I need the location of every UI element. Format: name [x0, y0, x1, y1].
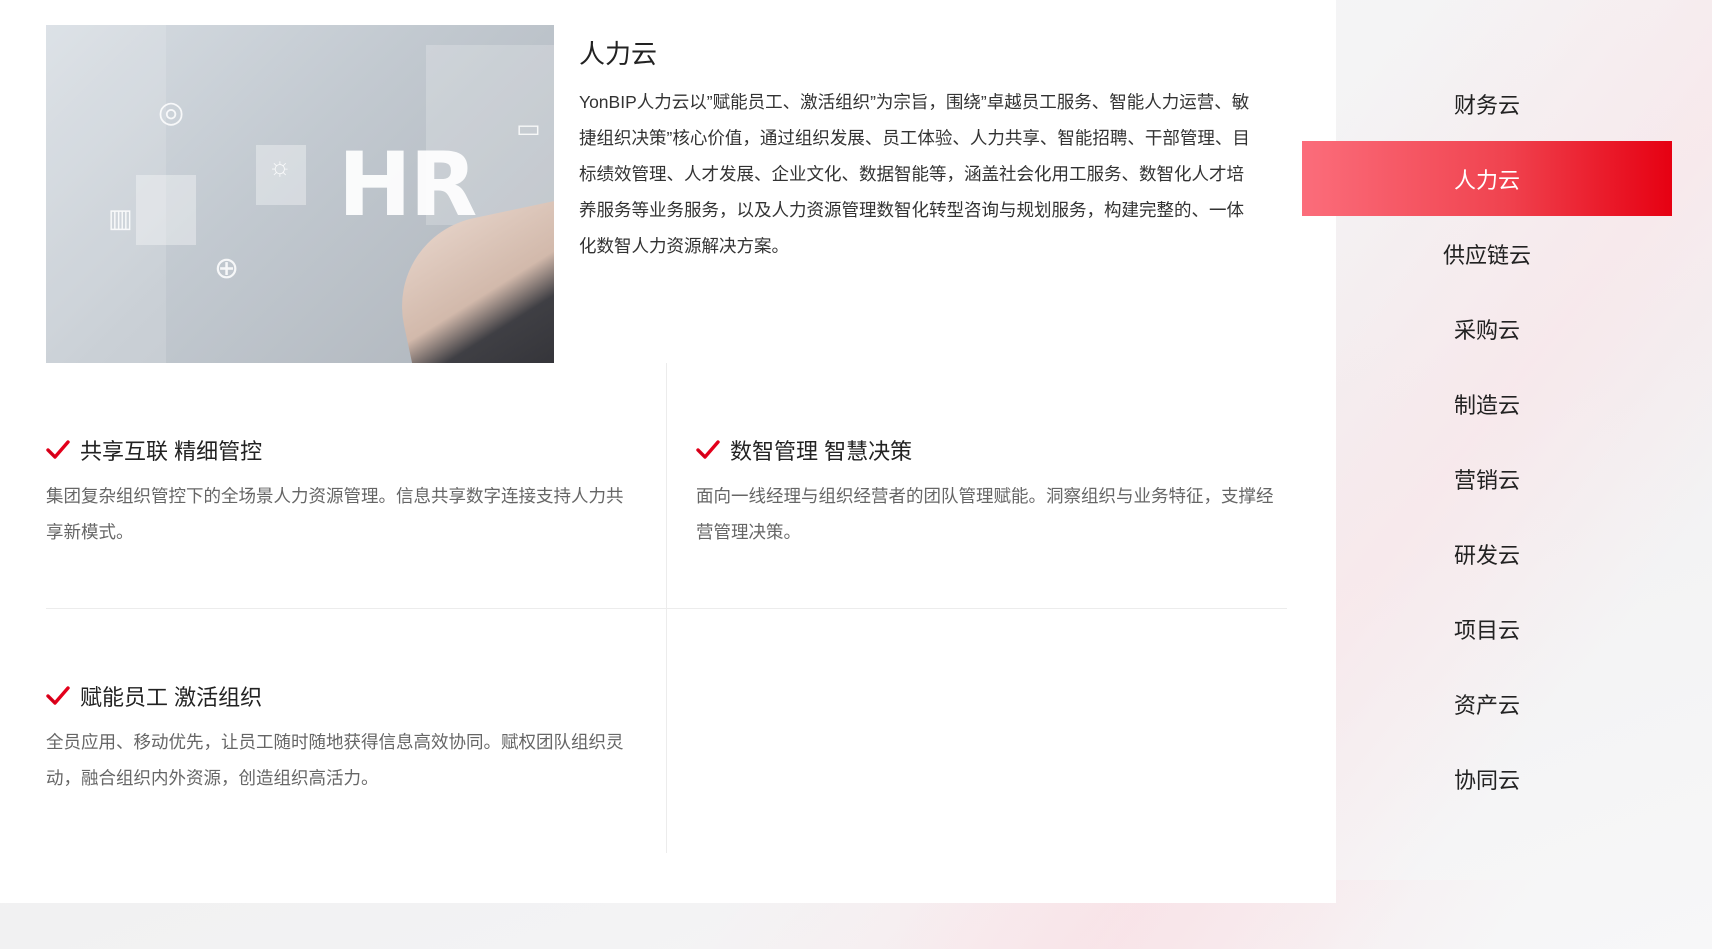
check-icon: [696, 440, 720, 459]
grid-divider-horizontal: [46, 608, 1287, 609]
panel-title: 人力云: [579, 39, 658, 69]
sidebar-item-project-cloud[interactable]: 项目云: [1302, 591, 1672, 666]
target-icon: ◎: [158, 96, 185, 129]
panel-description: YonBIP人力云以”赋能员工、激活组织”为宗旨，围绕”卓越员工服务、智能人力运…: [579, 92, 1250, 256]
sidebar-item-collaboration-cloud[interactable]: 协同云: [1302, 741, 1672, 816]
sidebar-item-asset-cloud[interactable]: 资产云: [1302, 666, 1672, 741]
feature-item: 赋能员工 激活组织 全员应用、移动优先，让员工随时随地获得信息高效协同。赋权团队…: [46, 681, 636, 796]
feature-title: 赋能员工 激活组织: [80, 685, 263, 710]
feature-description: 集团复杂组织管控下的全场景人力资源管理。信息共享数字连接支持人力共享新模式。: [46, 486, 624, 542]
product-sidebar: 财务云 人力云 供应链云 采购云 制造云 营销云 研发云 项目云 资产云 协同云: [1302, 66, 1672, 816]
feature-title: 共享互联 精细管控: [80, 439, 263, 464]
screen-icon: ▭: [516, 113, 541, 143]
feature-description: 全员应用、移动优先，让员工随时随地获得信息高效协同。赋权团队组织灵动，融合组织内…: [46, 732, 624, 788]
sidebar-item-manufacturing-cloud[interactable]: 制造云: [1302, 366, 1672, 441]
product-panel: ◎ ☼ ▥ ⊕ ▭ HR 人力云 YonBIP人力云以”赋能员工、激活组织”为宗…: [0, 0, 1336, 903]
sidebar-item-hr-cloud[interactable]: 人力云: [1302, 141, 1672, 216]
globe-icon: ⊕: [214, 252, 240, 285]
sidebar-item-rd-cloud[interactable]: 研发云: [1302, 516, 1672, 591]
sidebar-item-supply-chain-cloud[interactable]: 供应链云: [1302, 216, 1672, 291]
feature-title: 数智管理 智慧决策: [730, 439, 913, 464]
feature-grid: 共享互联 精细管控 集团复杂组织管控下的全场景人力资源管理。信息共享数字连接支持…: [46, 363, 1287, 853]
feature-item: 数智管理 智慧决策 面向一线经理与组织经营者的团队管理赋能。洞察组织与业务特征，…: [696, 435, 1286, 550]
check-icon: [46, 440, 70, 459]
sidebar-item-procurement-cloud[interactable]: 采购云: [1302, 291, 1672, 366]
sidebar-item-marketing-cloud[interactable]: 营销云: [1302, 441, 1672, 516]
feature-description: 面向一线经理与组织经营者的团队管理赋能。洞察组织与业务特征，支撑经营管理决策。: [696, 486, 1274, 542]
bar-chart-icon: ▥: [108, 203, 133, 233]
lightbulb-icon: ☼: [268, 151, 292, 181]
hr-hero-image: ◎ ☼ ▥ ⊕ ▭ HR: [46, 25, 554, 363]
sidebar-item-finance-cloud[interactable]: 财务云: [1302, 66, 1672, 141]
hr-image-text: HR: [338, 133, 477, 236]
feature-item: 共享互联 精细管控 集团复杂组织管控下的全场景人力资源管理。信息共享数字连接支持…: [46, 435, 636, 550]
check-icon: [46, 686, 70, 705]
